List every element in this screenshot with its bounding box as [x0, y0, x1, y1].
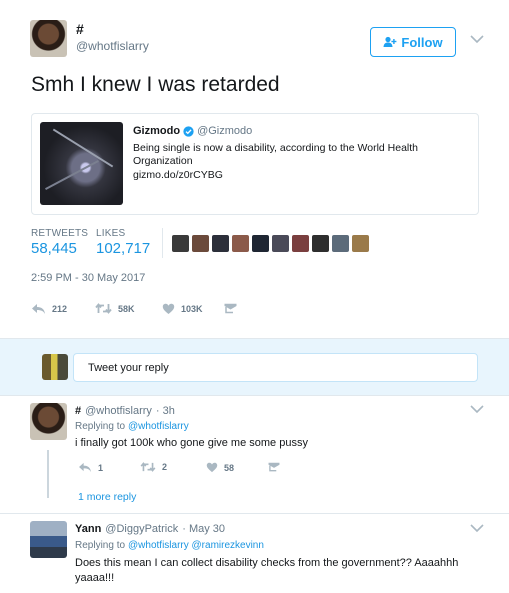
liker-avatar[interactable]: [192, 235, 209, 252]
reply-count: 1: [98, 462, 104, 473]
liker-avatar[interactable]: [332, 235, 349, 252]
heart-icon: [162, 303, 175, 314]
verified-badge-icon: [183, 125, 194, 137]
reply-author-avatar[interactable]: [30, 403, 67, 440]
quoted-tweet-link[interactable]: gizmo.do/z0rCYBG: [133, 169, 223, 181]
message-action[interactable]: [268, 462, 280, 472]
retweet-action[interactable]: 2: [140, 462, 167, 472]
reply-action[interactable]: 212: [31, 303, 67, 315]
reply-text: i finally got 100k who gone give me some…: [75, 437, 308, 449]
author-avatar[interactable]: [30, 20, 67, 57]
liker-avatar[interactable]: [272, 235, 289, 252]
replying-to-link[interactable]: @whotfislarry: [128, 421, 189, 432]
like-count: 103K: [181, 304, 203, 314]
replying-to-link[interactable]: @whotfislarry @ramirezkevinn: [128, 540, 264, 551]
replying-to-prefix: Replying to: [75, 421, 126, 432]
retweet-icon: [95, 303, 112, 314]
retweets-label: RETWEETS: [31, 228, 89, 239]
reply-text: Does this mean I can collect disability …: [75, 557, 459, 584]
like-action[interactable]: 58: [206, 462, 234, 473]
reply-time[interactable]: · 3h: [156, 405, 175, 417]
reply-author-avatar[interactable]: [30, 521, 67, 558]
chevron-down-icon[interactable]: [469, 404, 485, 414]
liker-avatar[interactable]: [352, 235, 369, 252]
reply-author-name[interactable]: #: [75, 405, 81, 417]
liker-avatar[interactable]: [232, 235, 249, 252]
thread-line: [47, 450, 49, 498]
follow-label: Follow: [401, 34, 443, 50]
quoted-tweet-image[interactable]: [40, 122, 123, 205]
reply-divider: [0, 513, 509, 514]
retweet-count: 58K: [118, 303, 135, 314]
tweet-timestamp[interactable]: 2:59 PM - 30 May 2017: [31, 272, 145, 284]
likes-label: LIKES: [96, 228, 126, 239]
more-replies-link[interactable]: 1 more reply: [78, 491, 136, 503]
liker-avatar[interactable]: [252, 235, 269, 252]
envelope-icon: [268, 462, 280, 472]
quoted-author-name[interactable]: Gizmodo: [133, 125, 180, 137]
retweet-action[interactable]: 58K: [95, 303, 135, 314]
like-action[interactable]: 103K: [162, 303, 203, 315]
heart-icon: [206, 462, 218, 473]
reply-author-handle[interactable]: @whotfislarry: [85, 405, 152, 417]
replying-to-prefix: Replying to: [75, 540, 126, 551]
like-count: 58: [224, 462, 235, 473]
quoted-author-handle[interactable]: @Gizmodo: [197, 125, 252, 137]
liker-avatar[interactable]: [172, 235, 189, 252]
envelope-icon: [224, 303, 237, 314]
liker-avatar[interactable]: [212, 235, 229, 252]
my-avatar: [42, 354, 68, 380]
message-action[interactable]: [224, 303, 237, 314]
reply-action[interactable]: 1: [78, 462, 103, 473]
likes-count[interactable]: 102,717: [96, 240, 150, 257]
reply-author-handle[interactable]: @DiggyPatrick: [105, 523, 178, 535]
tweet-text: Smh I knew I was retarded: [31, 73, 280, 96]
retweet-icon: [140, 462, 156, 472]
author-name[interactable]: #: [76, 21, 84, 37]
retweets-count[interactable]: 58,445: [31, 240, 77, 257]
liker-avatar[interactable]: [312, 235, 329, 252]
liker-avatar[interactable]: [292, 235, 309, 252]
quoted-tweet-text: Being single is now a disability, accord…: [133, 142, 419, 167]
reply-time[interactable]: · May 30: [182, 523, 225, 535]
reply-icon: [32, 304, 45, 314]
chevron-down-icon[interactable]: [469, 34, 485, 44]
quoted-tweet-card[interactable]: Gizmodo @Gizmodo Being single is now a d…: [31, 113, 479, 215]
reply-count: 212: [52, 304, 68, 314]
reply-author-name[interactable]: Yann: [75, 523, 101, 535]
retweet-count: 2: [162, 462, 168, 472]
add-user-icon: [383, 36, 397, 47]
author-handle[interactable]: @whotfislarry: [76, 39, 149, 53]
reply-icon: [79, 462, 91, 473]
chevron-down-icon[interactable]: [469, 523, 485, 533]
follow-button[interactable]: Follow: [370, 27, 456, 57]
reply-input[interactable]: Tweet your reply: [73, 353, 478, 382]
